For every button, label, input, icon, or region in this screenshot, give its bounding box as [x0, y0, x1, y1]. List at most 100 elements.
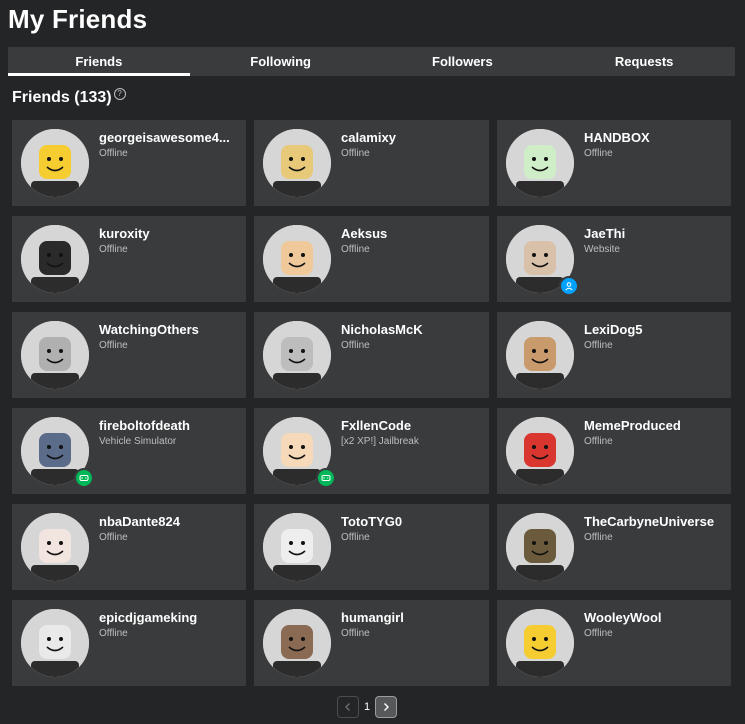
- friend-card[interactable]: nbaDante824 Offline: [12, 504, 246, 590]
- tab-followers[interactable]: Followers: [372, 47, 554, 76]
- friend-status: Offline: [341, 244, 370, 255]
- friend-avatar[interactable]: [21, 225, 89, 293]
- friend-status: Website: [584, 244, 620, 255]
- friend-avatar[interactable]: [263, 129, 331, 197]
- previous-page-button[interactable]: [337, 696, 359, 718]
- friend-status: Offline: [341, 628, 370, 639]
- tab-following[interactable]: Following: [190, 47, 372, 76]
- avatar-headshot-icon: [21, 513, 89, 581]
- friend-avatar[interactable]: [21, 513, 89, 581]
- friend-card[interactable]: FxllenCode [x2 XP!] Jailbreak: [254, 408, 489, 494]
- friend-status: Offline: [341, 340, 370, 351]
- friend-card[interactable]: WooleyWool Offline: [497, 600, 731, 686]
- avatar-headshot-icon: [506, 321, 574, 389]
- online-website-badge-icon: [559, 276, 579, 296]
- friend-status[interactable]: Vehicle Simulator: [99, 436, 239, 447]
- friend-name[interactable]: fireboltofdeath: [99, 418, 239, 433]
- friend-name[interactable]: WatchingOthers: [99, 322, 239, 337]
- friend-status: Offline: [99, 244, 128, 255]
- friend-name[interactable]: NicholasMcK: [341, 322, 481, 337]
- friend-status: Offline: [341, 532, 370, 543]
- friend-card[interactable]: fireboltofdeath Vehicle Simulator: [12, 408, 246, 494]
- friend-status: Offline: [584, 532, 613, 543]
- friend-name[interactable]: TheCarbyneUniverse: [584, 514, 724, 529]
- friend-name[interactable]: MemeProduced: [584, 418, 724, 433]
- friend-card[interactable]: JaeThi Website: [497, 216, 731, 302]
- section-title: Friends (133): [12, 89, 112, 106]
- friend-status: Offline: [584, 340, 613, 351]
- friend-avatar[interactable]: [263, 321, 331, 389]
- pagination: 1: [337, 696, 398, 718]
- avatar-headshot-icon: [263, 609, 331, 677]
- friend-card[interactable]: HANDBOX Offline: [497, 120, 731, 206]
- friend-status: Offline: [341, 148, 370, 159]
- friend-avatar[interactable]: [506, 609, 574, 677]
- friend-card[interactable]: TheCarbyneUniverse Offline: [497, 504, 731, 590]
- friend-card[interactable]: kuroxity Offline: [12, 216, 246, 302]
- friend-status: Offline: [584, 436, 613, 447]
- avatar-headshot-icon: [263, 513, 331, 581]
- friend-card[interactable]: humangirl Offline: [254, 600, 489, 686]
- next-page-button[interactable]: [375, 696, 398, 718]
- friend-name[interactable]: epicdjgameking: [99, 610, 239, 625]
- avatar-headshot-icon: [263, 129, 331, 197]
- friend-avatar[interactable]: [263, 225, 331, 293]
- avatar-headshot-icon: [21, 225, 89, 293]
- friend-name[interactable]: calamixy: [341, 130, 481, 145]
- friend-card[interactable]: NicholasMcK Offline: [254, 312, 489, 398]
- friend-card[interactable]: MemeProduced Offline: [497, 408, 731, 494]
- in-game-badge-icon: [74, 468, 94, 488]
- friend-card[interactable]: TotoTYG0 Offline: [254, 504, 489, 590]
- friend-status: Offline: [99, 628, 128, 639]
- section-header: Friends (133) ?: [12, 88, 126, 107]
- friend-status: Offline: [584, 148, 613, 159]
- tab-requests[interactable]: Requests: [553, 47, 735, 76]
- avatar-headshot-icon: [506, 129, 574, 197]
- current-page-number: 1: [364, 701, 371, 713]
- friends-tabs: Friends Following Followers Requests: [8, 47, 735, 76]
- friend-card[interactable]: georgeisawesome4... Offline: [12, 120, 246, 206]
- friend-status: Offline: [99, 340, 128, 351]
- friend-card[interactable]: WatchingOthers Offline: [12, 312, 246, 398]
- friend-name[interactable]: LexiDog5: [584, 322, 724, 337]
- friend-name[interactable]: FxllenCode: [341, 418, 481, 433]
- friend-name[interactable]: humangirl: [341, 610, 481, 625]
- friend-name[interactable]: TotoTYG0: [341, 514, 481, 529]
- avatar-headshot-icon: [263, 321, 331, 389]
- friend-avatar[interactable]: [21, 129, 89, 197]
- friend-avatar[interactable]: [506, 513, 574, 581]
- chevron-right-icon: [384, 703, 390, 711]
- friend-avatar[interactable]: [21, 321, 89, 389]
- chevron-left-icon: [345, 703, 350, 711]
- friend-card[interactable]: Aeksus Offline: [254, 216, 489, 302]
- friend-name[interactable]: WooleyWool: [584, 610, 724, 625]
- friend-name[interactable]: nbaDante824: [99, 514, 239, 529]
- friend-avatar[interactable]: [21, 609, 89, 677]
- friend-avatar[interactable]: [506, 129, 574, 197]
- friend-card[interactable]: epicdjgameking Offline: [12, 600, 246, 686]
- avatar-headshot-icon: [506, 513, 574, 581]
- friend-name[interactable]: kuroxity: [99, 226, 239, 241]
- friend-name[interactable]: HANDBOX: [584, 130, 724, 145]
- tab-friends[interactable]: Friends: [8, 47, 190, 76]
- question-circle-icon[interactable]: ?: [113, 88, 126, 100]
- friends-grid: georgeisawesome4... Offline calamixy Offlin…: [12, 120, 731, 686]
- avatar-headshot-icon: [506, 417, 574, 485]
- friend-name[interactable]: JaeThi: [584, 226, 724, 241]
- friend-avatar[interactable]: [506, 417, 574, 485]
- avatar-headshot-icon: [21, 129, 89, 197]
- in-game-badge-icon: [316, 468, 336, 488]
- friend-status[interactable]: [x2 XP!] Jailbreak: [341, 436, 481, 447]
- avatar-headshot-icon: [21, 321, 89, 389]
- friend-card[interactable]: LexiDog5 Offline: [497, 312, 731, 398]
- friend-card[interactable]: calamixy Offline: [254, 120, 489, 206]
- avatar-headshot-icon: [506, 609, 574, 677]
- friend-avatar[interactable]: [263, 513, 331, 581]
- page-title: My Friends: [8, 4, 148, 34]
- friend-status: Offline: [99, 148, 128, 159]
- friend-name[interactable]: georgeisawesome4...: [99, 130, 239, 145]
- friend-avatar[interactable]: [506, 321, 574, 389]
- friend-status: Offline: [99, 532, 128, 543]
- friend-avatar[interactable]: [263, 609, 331, 677]
- friend-name[interactable]: Aeksus: [341, 226, 481, 241]
